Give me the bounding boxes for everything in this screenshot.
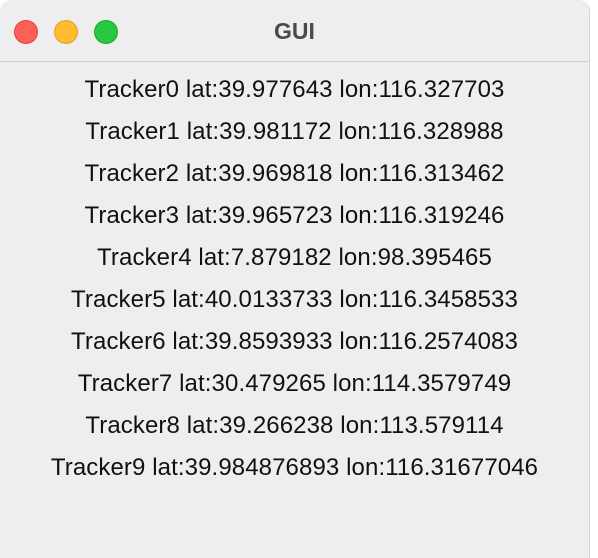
tracker-row-3: Tracker3 lat:39.965723 lon:116.319246 <box>84 202 505 229</box>
tracker-row-0: Tracker0 lat:39.977643 lon:116.327703 <box>84 76 505 103</box>
title-bar[interactable]: GUI <box>0 0 589 62</box>
tracker-row-5: Tracker5 lat:40.0133733 lon:116.3458533 <box>71 286 518 313</box>
tracker-row-4: Tracker4 lat:7.879182 lon:98.395465 <box>97 244 492 271</box>
tracker-row-7: Tracker7 lat:30.479265 lon:114.3579749 <box>77 370 512 397</box>
tracker-list: Tracker0 lat:39.977643 lon:116.327703 Tr… <box>0 62 589 489</box>
tracker-row-9: Tracker9 lat:39.984876893 lon:116.316770… <box>50 454 539 481</box>
app-window: GUI Tracker0 lat:39.977643 lon:116.32770… <box>0 0 590 558</box>
window-title: GUI <box>274 18 315 44</box>
tracker-row-8: Tracker8 lat:39.266238 lon:113.579114 <box>85 412 504 439</box>
tracker-row-2: Tracker2 lat:39.969818 lon:116.313462 <box>84 160 505 187</box>
tracker-row-6: Tracker6 lat:39.8593933 lon:116.2574083 <box>71 328 518 355</box>
tracker-row-1: Tracker1 lat:39.981172 lon:116.328988 <box>85 118 504 145</box>
